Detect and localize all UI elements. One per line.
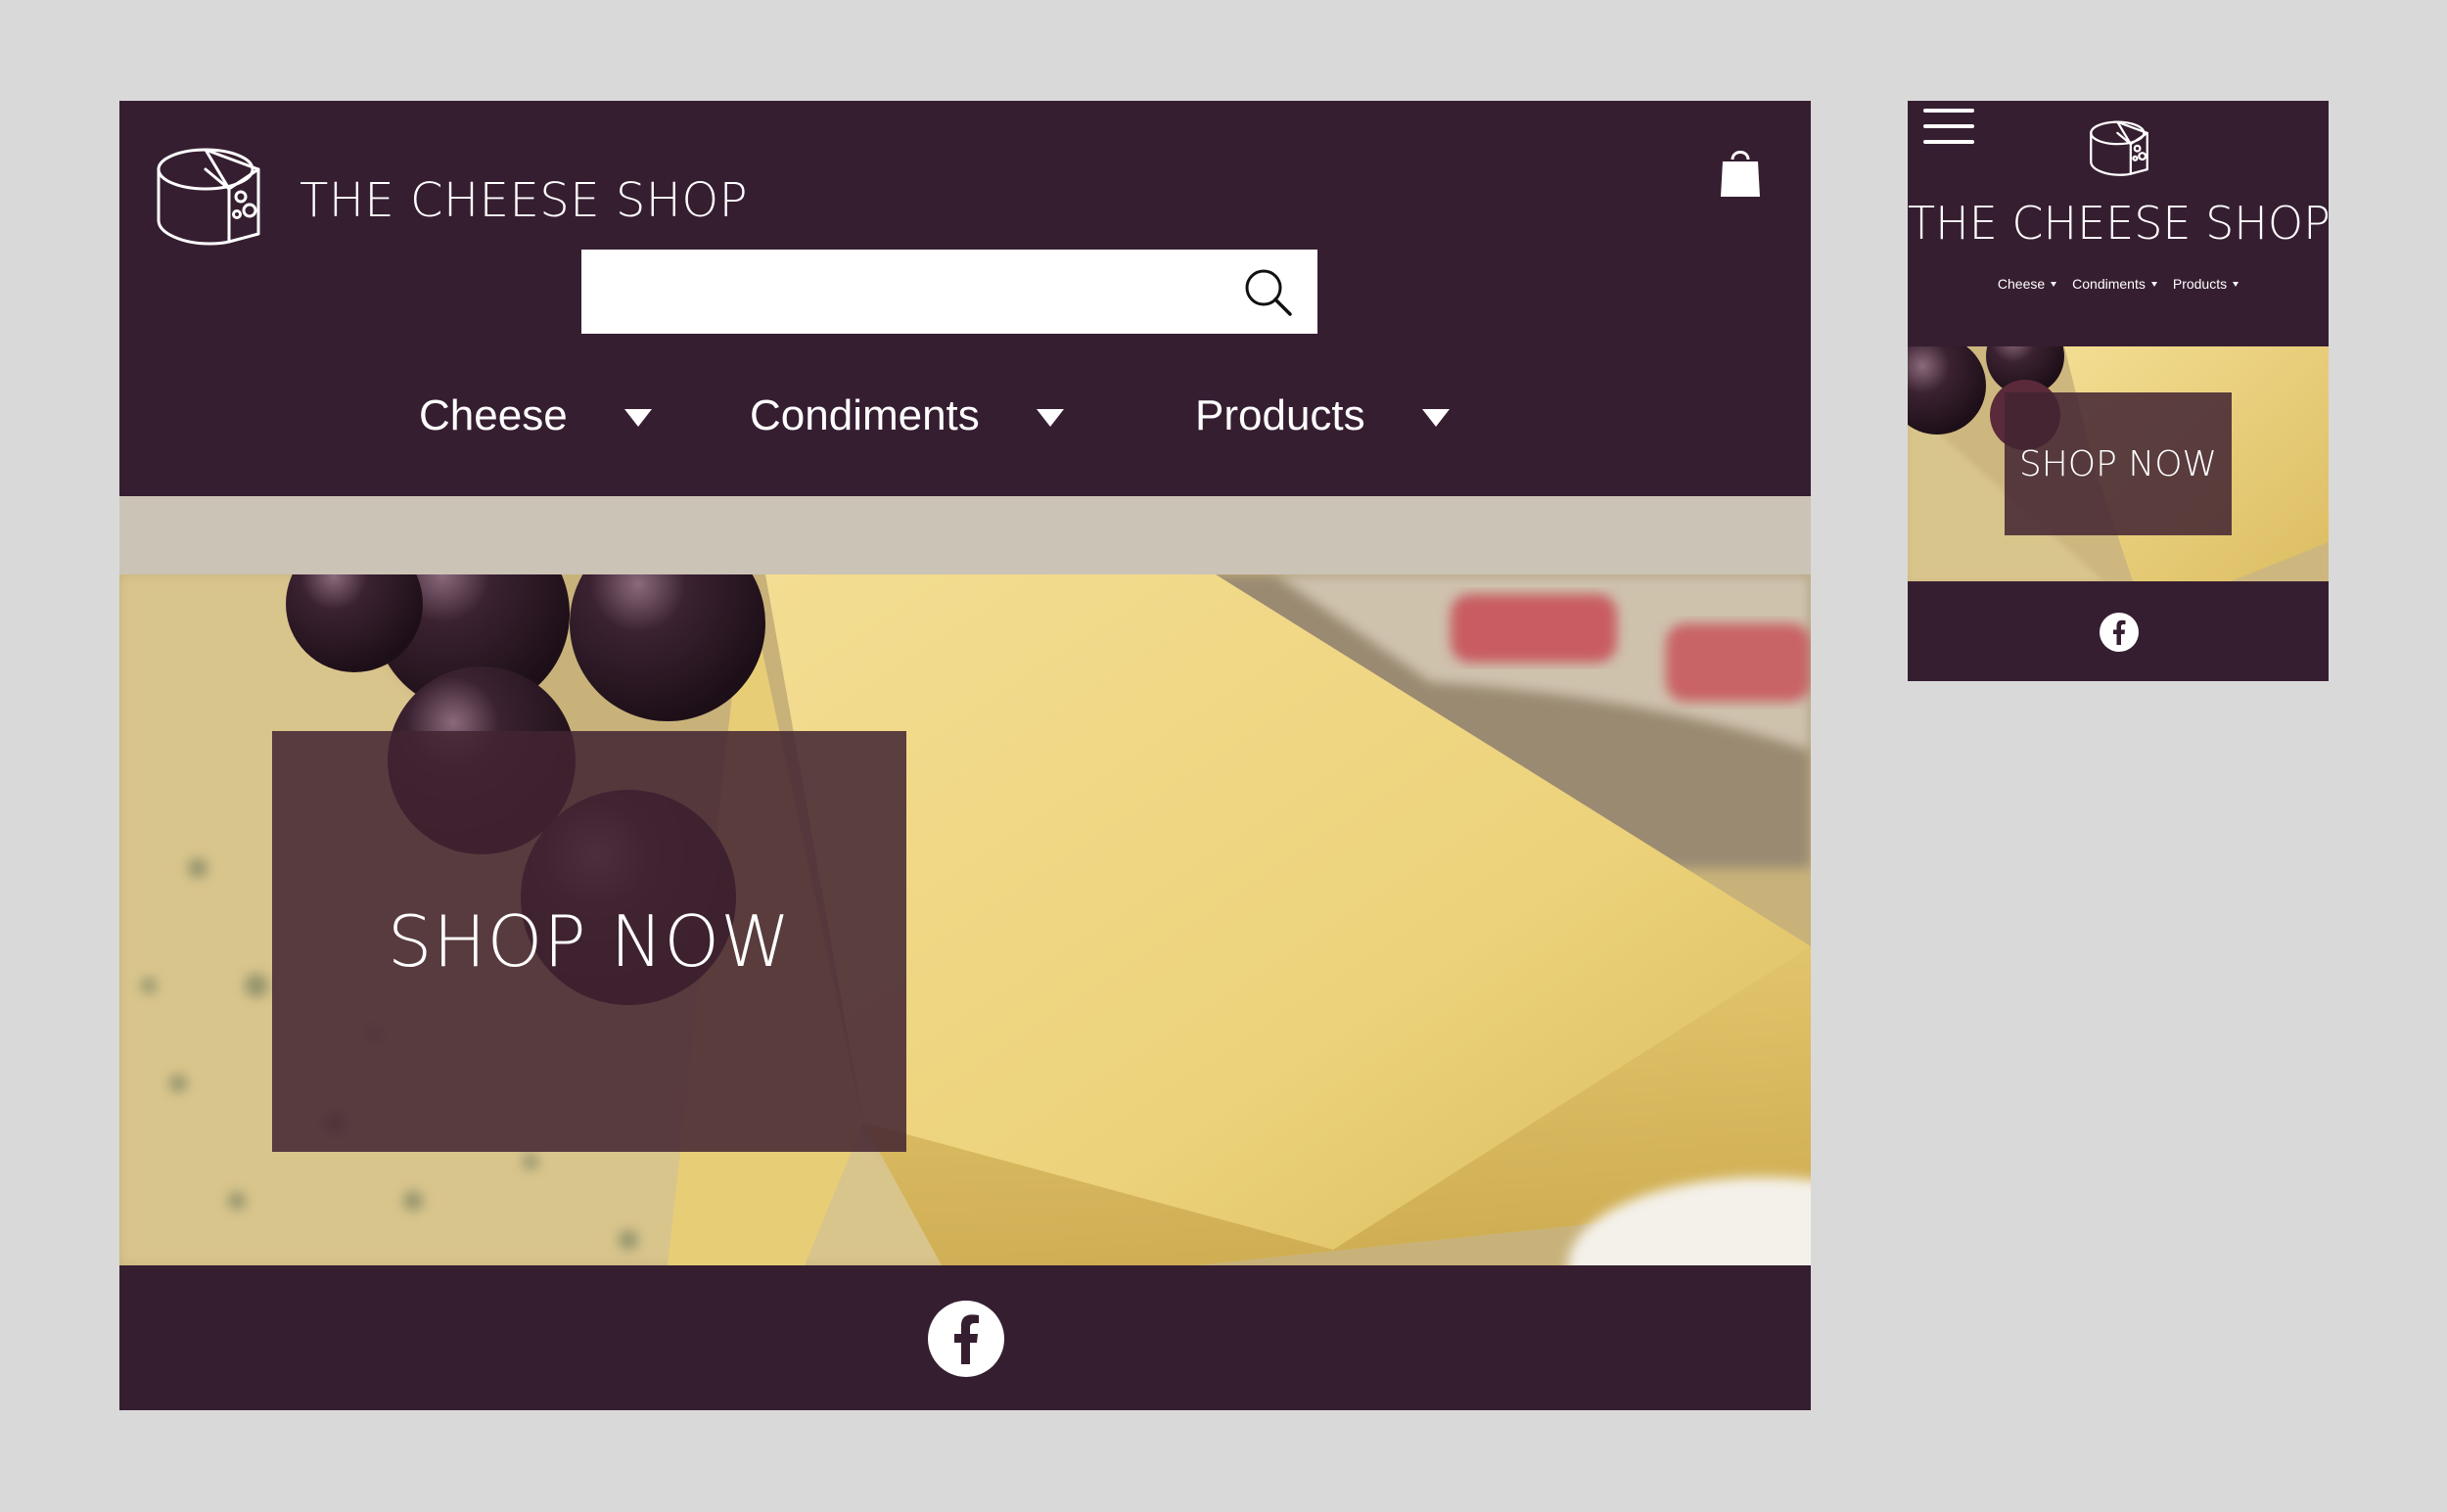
facebook-glyph <box>954 1314 979 1364</box>
site-title[interactable]: THE CHEESE SHOP <box>300 171 748 230</box>
facebook-icon[interactable] <box>928 1301 1004 1377</box>
desktop-mockup: THE CHEESE SHOP Cheese Condiments Produc… <box>119 101 1811 1410</box>
nav-item-condiments[interactable]: Condiments <box>2072 269 2157 298</box>
shopping-bag-icon[interactable] <box>1719 146 1762 199</box>
nav-label: Cheese <box>1997 276 2046 292</box>
facebook-glyph <box>2113 619 2126 645</box>
nav-item-cheese[interactable]: Cheese <box>419 381 652 451</box>
mobile-hero-image: SHOP NOW <box>1908 346 2329 581</box>
search-input[interactable] <box>581 250 1317 334</box>
mobile-nav: Cheese Condiments Products <box>1908 269 2329 298</box>
nav-label: Cheese <box>419 391 568 439</box>
nav-item-products[interactable]: Products <box>2173 269 2239 298</box>
search-icon[interactable] <box>1241 265 1294 318</box>
promo-band <box>119 496 1811 574</box>
nav-label: Condiments <box>750 391 980 439</box>
nav-label: Condiments <box>2072 276 2146 292</box>
nav-item-condiments[interactable]: Condiments <box>750 381 1064 451</box>
mobile-footer <box>1908 581 2329 681</box>
shop-now-button[interactable]: SHOP NOW <box>272 731 906 1152</box>
chevron-down-icon[interactable] <box>2051 282 2057 287</box>
footer <box>119 1265 1811 1410</box>
nav-label: Products <box>2172 276 2228 292</box>
hero-image: SHOP NOW <box>119 574 1811 1265</box>
nav-label: Products <box>1195 391 1365 439</box>
mobile-mockup: THE CHEESE SHOP Cheese Condiments Produc… <box>1908 101 2331 681</box>
site-title[interactable]: THE CHEESE SHOP <box>1908 195 2331 252</box>
hamburger-menu-icon[interactable] <box>1923 109 1974 150</box>
cheese-logo-icon[interactable] <box>155 140 262 248</box>
main-nav: Cheese Condiments Products <box>119 381 1811 451</box>
chevron-down-icon[interactable] <box>2233 282 2239 287</box>
chevron-down-icon[interactable] <box>2150 282 2157 287</box>
cheese-logo-icon[interactable] <box>2088 116 2150 177</box>
chevron-down-icon[interactable] <box>623 409 652 427</box>
search-field[interactable] <box>581 250 1218 334</box>
header: THE CHEESE SHOP Cheese Condiments Produc… <box>119 101 1811 496</box>
facebook-icon[interactable] <box>2100 613 2139 652</box>
mobile-header: THE CHEESE SHOP Cheese Condiments Produc… <box>1908 101 2331 346</box>
chevron-down-icon[interactable] <box>1421 409 1450 427</box>
nav-item-cheese[interactable]: Cheese <box>1997 269 2057 298</box>
chevron-down-icon[interactable] <box>1036 409 1064 427</box>
shop-now-button[interactable]: SHOP NOW <box>2005 392 2232 535</box>
nav-item-products[interactable]: Products <box>1195 381 1450 451</box>
